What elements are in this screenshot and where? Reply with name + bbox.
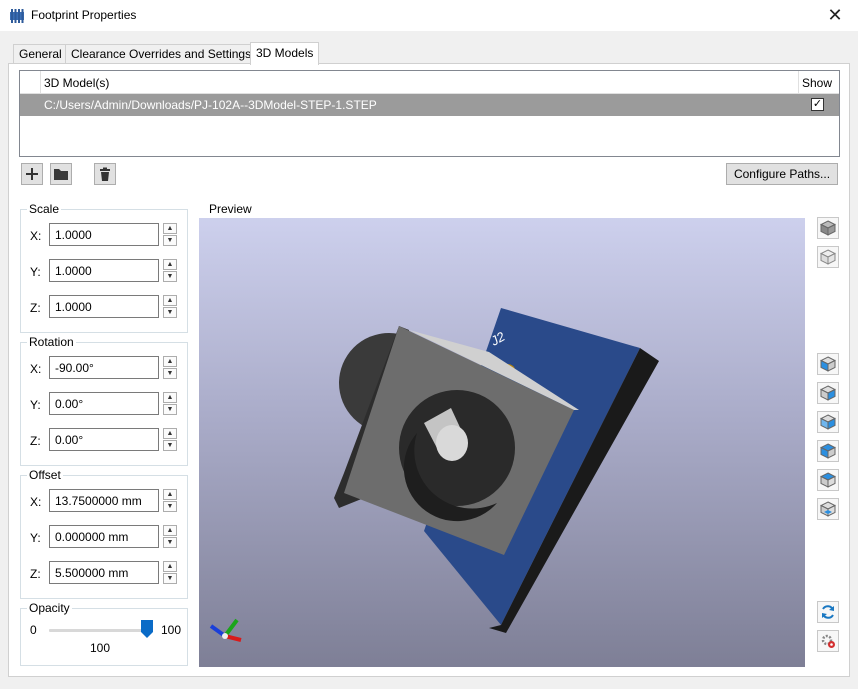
rotation-group: Rotation X: ▲ ▼ Y: ▲ ▼ Z: ▲ ▼ [20, 335, 188, 466]
rotation-y-label: Y: [30, 398, 41, 412]
offset-z-input[interactable] [49, 561, 159, 584]
offset-group: Offset X: ▲ ▼ Y: ▲ ▼ Z: ▲ ▼ [20, 468, 188, 599]
view-left-icon [820, 356, 836, 372]
table-corner [20, 71, 41, 93]
view-bottom-icon [820, 501, 836, 517]
view-back-button[interactable] [817, 440, 839, 462]
tab-clearance-overrides[interactable]: Clearance Overrides and Settings [65, 44, 258, 63]
offset-x-down[interactable]: ▼ [163, 501, 177, 512]
offset-x-input[interactable] [49, 489, 159, 512]
scale-y-up[interactable]: ▲ [163, 259, 177, 270]
rotation-label: Rotation [27, 335, 76, 349]
render-settings-button[interactable] [817, 630, 839, 652]
view-3d-wire-icon [820, 249, 836, 265]
scale-z-input[interactable] [49, 295, 159, 318]
scale-y-down[interactable]: ▼ [163, 271, 177, 282]
browse-model-button[interactable] [50, 163, 72, 185]
table-row[interactable]: C:/Users/Admin/Downloads/PJ-102A--3DMode… [20, 94, 839, 116]
models-table[interactable]: 3D Model(s) Show C:/Users/Admin/Download… [19, 70, 840, 157]
opacity-slider-track[interactable] [49, 629, 145, 632]
close-button[interactable]: ✕ [812, 0, 858, 31]
folder-icon [54, 169, 68, 180]
rotation-x-input[interactable] [49, 356, 159, 379]
column-header-show[interactable]: Show [798, 71, 839, 93]
view-right-icon [820, 385, 836, 401]
scale-y-label: Y: [30, 265, 41, 279]
view-back-icon [820, 443, 836, 459]
rotation-z-down[interactable]: ▼ [163, 440, 177, 451]
preview-canvas[interactable]: J2 [199, 218, 805, 667]
center-pin-tip [436, 425, 468, 461]
window-title: Footprint Properties [31, 8, 137, 22]
offset-label: Offset [27, 468, 63, 482]
tab-general[interactable]: General [13, 44, 68, 63]
opacity-slider-thumb[interactable] [141, 620, 153, 638]
scale-label: Scale [27, 202, 62, 216]
view-3d-wire-button[interactable] [817, 246, 839, 268]
view-top-button[interactable] [817, 469, 839, 491]
table-header: 3D Model(s) Show [20, 71, 839, 94]
view-3d-button[interactable] [817, 217, 839, 239]
render-settings-icon [821, 634, 835, 648]
offset-x-up[interactable]: ▲ [163, 489, 177, 500]
view-left-button[interactable] [817, 353, 839, 375]
view-top-icon [820, 472, 836, 488]
scale-x-input[interactable] [49, 223, 159, 246]
tab-3d-models[interactable]: 3D Models [250, 42, 320, 65]
offset-z-down[interactable]: ▼ [163, 573, 177, 584]
rotation-x-down[interactable]: ▼ [163, 368, 177, 379]
opacity-min-label: 0 [30, 623, 37, 637]
rotation-y-input[interactable] [49, 392, 159, 415]
view-3d-icon [820, 220, 836, 236]
preview-label: Preview [209, 202, 252, 216]
delete-model-button[interactable] [94, 163, 116, 185]
view-front-button[interactable] [817, 411, 839, 433]
offset-y-label: Y: [30, 531, 41, 545]
opacity-label: Opacity [27, 601, 72, 615]
scale-z-up[interactable]: ▲ [163, 295, 177, 306]
rotation-y-up[interactable]: ▲ [163, 392, 177, 403]
scale-group: Scale X: ▲ ▼ Y: ▲ ▼ Z: ▲ ▼ [20, 202, 188, 333]
preview-viewport[interactable]: J2 [199, 218, 805, 667]
footprint-app-icon [10, 9, 24, 23]
scale-y-input[interactable] [49, 259, 159, 282]
close-icon: ✕ [827, 5, 843, 25]
scale-x-up[interactable]: ▲ [163, 223, 177, 234]
rotation-x-up[interactable]: ▲ [163, 356, 177, 367]
configure-paths-button[interactable]: Configure Paths... [726, 163, 838, 185]
show-checkbox[interactable]: ✓ [811, 98, 824, 111]
view-front-icon [820, 414, 836, 430]
rotation-z-up[interactable]: ▲ [163, 428, 177, 439]
scale-z-down[interactable]: ▼ [163, 307, 177, 318]
model-path[interactable]: C:/Users/Admin/Downloads/PJ-102A--3DMode… [44, 98, 377, 112]
view-right-button[interactable] [817, 382, 839, 404]
column-header-model[interactable]: 3D Model(s) [44, 76, 109, 90]
offset-x-label: X: [30, 495, 42, 509]
view-bottom-button[interactable] [817, 498, 839, 520]
offset-y-down[interactable]: ▼ [163, 537, 177, 548]
scale-x-down[interactable]: ▼ [163, 235, 177, 246]
offset-z-up[interactable]: ▲ [163, 561, 177, 572]
opacity-group: Opacity 0 100 100 [20, 601, 188, 666]
reload-icon [822, 605, 834, 619]
rotation-y-down[interactable]: ▼ [163, 404, 177, 415]
opacity-value: 100 [90, 641, 111, 655]
scale-z-label: Z: [30, 301, 41, 315]
title-bar: Footprint Properties ✕ [0, 0, 858, 31]
rotation-x-label: X: [30, 362, 42, 376]
axis-origin [222, 633, 228, 639]
plus-icon [26, 168, 38, 180]
axis-y [223, 618, 239, 638]
rotation-z-label: Z: [30, 434, 41, 448]
offset-z-label: Z: [30, 567, 41, 581]
opacity-max-label: 100 [161, 623, 182, 637]
offset-y-up[interactable]: ▲ [163, 525, 177, 536]
offset-y-input[interactable] [49, 525, 159, 548]
scale-x-label: X: [30, 229, 42, 243]
add-model-button[interactable] [21, 163, 43, 185]
trash-icon [100, 167, 110, 181]
reload-button[interactable] [817, 601, 839, 623]
rotation-z-input[interactable] [49, 428, 159, 451]
